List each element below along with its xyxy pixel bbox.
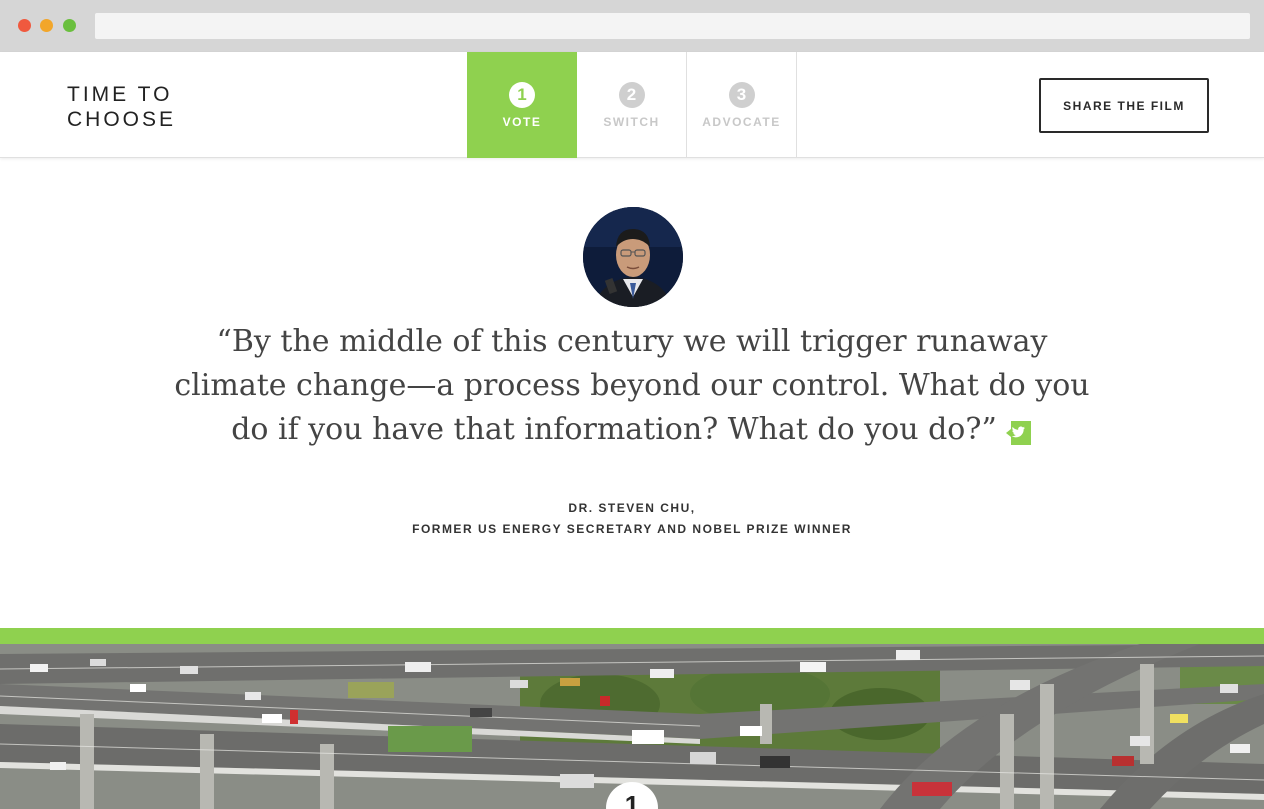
step-label: SWITCH: [603, 115, 660, 129]
speaker-avatar: [583, 207, 683, 307]
portrait-image: [583, 207, 683, 307]
minimize-window-button[interactable]: [40, 19, 53, 32]
share-film-button[interactable]: SHARE THE FILM: [1039, 78, 1209, 133]
logo-line-2: CHOOSE: [67, 108, 177, 131]
site-logo[interactable]: TIME TO CHOOSE: [67, 82, 176, 132]
site-header: TIME TO CHOOSE 1 VOTE 2 SWITCH 3 ADVOCAT…: [0, 52, 1264, 158]
section-divider-bar: [0, 628, 1264, 644]
logo-line-1: TIME TO: [67, 83, 173, 106]
step-nav: 1 VOTE 2 SWITCH 3 ADVOCATE: [467, 52, 797, 158]
step-number-badge: 1: [509, 82, 535, 108]
twitter-icon[interactable]: [1005, 415, 1033, 445]
quote-author-title: FORMER US ENERGY SECRETARY AND NOBEL PRI…: [412, 522, 852, 536]
step-advocate-tab[interactable]: 3 ADVOCATE: [687, 52, 797, 158]
step-vote-tab[interactable]: 1 VOTE: [467, 52, 577, 158]
close-window-button[interactable]: [18, 19, 31, 32]
quote-block: “By the middle of this century we will t…: [160, 320, 1104, 452]
step-number-badge: 2: [618, 82, 645, 108]
step-label: VOTE: [502, 115, 542, 129]
maximize-window-button[interactable]: [63, 19, 76, 32]
quote-author-name: DR. STEVEN CHU,: [568, 501, 696, 515]
quote-text: “By the middle of this century we will t…: [174, 324, 1090, 447]
step-number-badge: 3: [728, 82, 755, 108]
step-switch-tab[interactable]: 2 SWITCH: [577, 52, 687, 158]
step-label: ADVOCATE: [702, 115, 781, 129]
browser-chrome: [0, 0, 1264, 52]
address-bar[interactable]: [95, 13, 1250, 39]
